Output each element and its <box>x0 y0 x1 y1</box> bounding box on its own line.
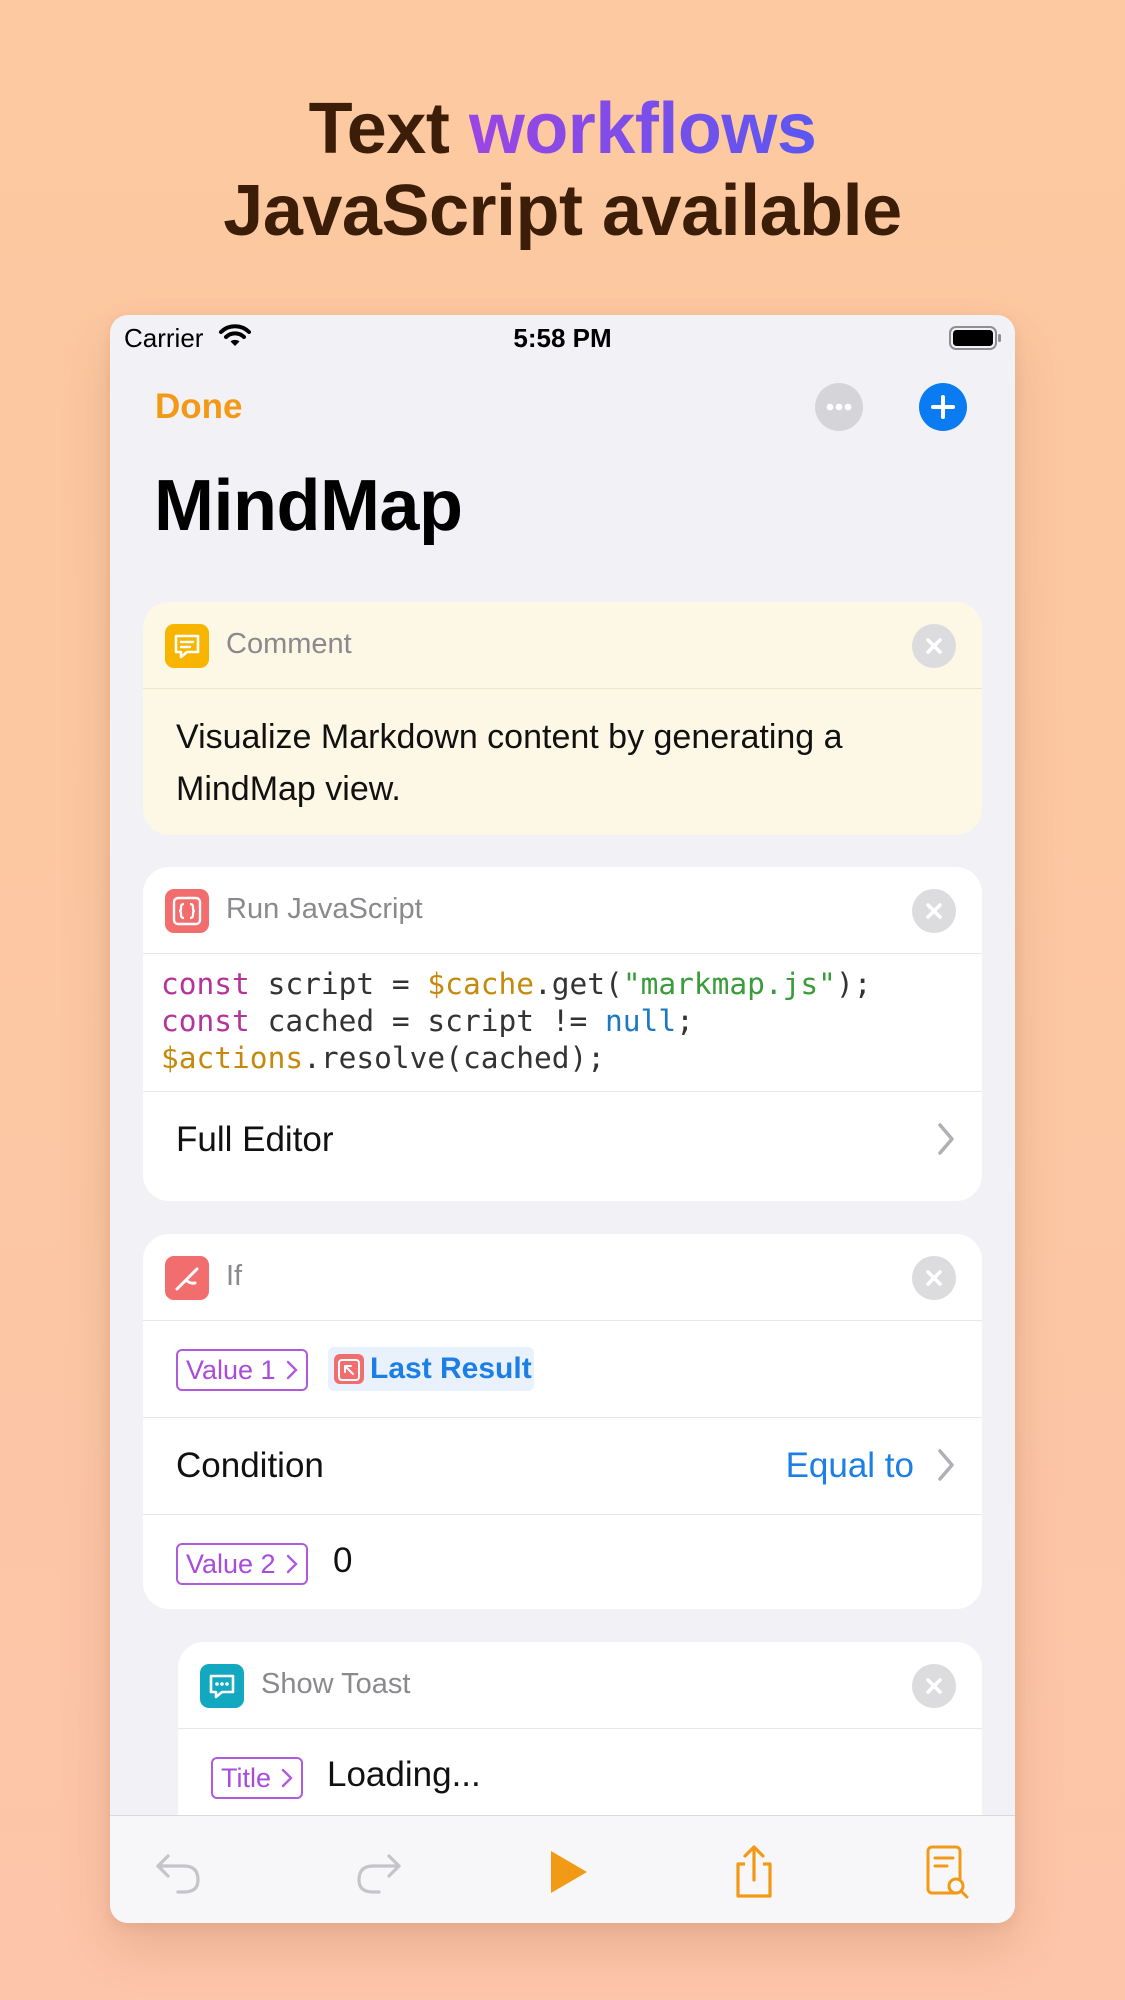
share-button[interactable] <box>724 1842 784 1902</box>
redo-icon <box>357 1854 401 1894</box>
chevron-right-icon <box>938 1123 954 1155</box>
document-search-icon <box>926 1845 969 1899</box>
value-2-row: Value 2 0 <box>143 1515 982 1609</box>
full-editor-label: Full Editor <box>176 1120 334 1159</box>
code-variable: $actions <box>161 1041 304 1075</box>
bottom-toolbar <box>110 1815 1015 1923</box>
chevron-right-icon <box>281 1768 293 1788</box>
log-button[interactable] <box>916 1842 976 1902</box>
page-title: MindMap <box>154 466 463 546</box>
run-javascript-action-card[interactable]: Run JavaScript const script = $cache.get… <box>143 867 982 1201</box>
code-text: ; <box>676 1004 694 1038</box>
comment-text[interactable]: Visualize Markdown content by generating… <box>143 689 982 815</box>
branch-icon <box>165 1256 209 1300</box>
redo-button[interactable] <box>347 1842 407 1902</box>
value-1-row: Value 1 Last Result <box>143 1321 982 1418</box>
close-icon <box>926 638 942 654</box>
code-line-1: const script = $cache.get("markmap.js"); <box>161 967 871 1001</box>
more-button[interactable] <box>815 383 863 431</box>
code-variable: $cache <box>427 967 534 1001</box>
phone-screen: Carrier 5:58 PM Done MindMap Comment Vis… <box>110 315 1015 1923</box>
toast-title-row: Title Loading... <box>178 1729 982 1825</box>
result-token-icon <box>334 1354 364 1384</box>
code-line-2: const cached = script != null; <box>161 1004 694 1038</box>
remove-action-button[interactable] <box>912 889 956 933</box>
headline: Text workflows JavaScript available <box>0 88 1125 252</box>
done-button[interactable]: Done <box>155 387 243 427</box>
code-keyword: const <box>161 1004 250 1038</box>
code-null: null <box>605 1004 677 1038</box>
card-header: Show Toast <box>178 1642 982 1729</box>
condition-row[interactable]: Condition Equal to <box>143 1418 982 1515</box>
headline-accent: workflows <box>468 89 817 169</box>
remove-action-button[interactable] <box>912 1256 956 1300</box>
play-icon <box>551 1851 587 1893</box>
code-line-3: $actions.resolve(cached); <box>161 1041 605 1075</box>
message-icon <box>200 1664 244 1708</box>
pill-label: Value 2 <box>186 1549 276 1579</box>
code-keyword: const <box>161 967 250 1001</box>
code-text: ); <box>835 967 872 1001</box>
pill-label: Title <box>221 1763 272 1793</box>
pill-label: Value 1 <box>186 1355 276 1385</box>
code-text: .resolve(cached); <box>303 1041 606 1075</box>
chevron-right-icon <box>938 1449 954 1481</box>
undo-button[interactable] <box>150 1842 210 1902</box>
undo-icon <box>156 1854 200 1894</box>
value-2-pill[interactable]: Value 2 <box>176 1543 308 1585</box>
condition-label: Condition <box>176 1446 324 1485</box>
chevron-right-icon <box>286 1554 298 1574</box>
card-title: Show Toast <box>261 1668 411 1700</box>
status-bar: Carrier 5:58 PM <box>110 315 1015 365</box>
add-action-button[interactable] <box>919 383 967 431</box>
card-header: Comment <box>143 602 982 689</box>
remove-action-button[interactable] <box>912 1664 956 1708</box>
if-action-card[interactable]: If Value 1 Last Result Condition Equal t… <box>143 1234 982 1609</box>
condition-value: Equal to <box>785 1446 914 1485</box>
braces-icon <box>165 889 209 933</box>
share-icon <box>736 1845 772 1898</box>
ellipsis-icon <box>826 403 852 411</box>
battery-icon <box>949 325 1003 358</box>
last-result-token[interactable]: Last Result <box>328 1347 534 1391</box>
chevron-right-icon <box>286 1360 298 1380</box>
clock: 5:58 PM <box>513 323 612 353</box>
value-1-pill[interactable]: Value 1 <box>176 1349 308 1391</box>
code-string: "markmap.js" <box>622 967 836 1001</box>
run-button[interactable] <box>537 1842 597 1902</box>
close-icon <box>926 1270 942 1286</box>
card-header: If <box>143 1234 982 1321</box>
full-editor-row[interactable]: Full Editor <box>143 1092 982 1188</box>
chat-bubble-icon <box>165 624 209 668</box>
token-label: Last Result <box>370 1352 532 1385</box>
card-title: Comment <box>226 628 352 660</box>
headline-line-2: JavaScript available <box>223 171 902 251</box>
headline-line-1: Text workflows <box>0 88 1125 170</box>
card-title: Run JavaScript <box>226 893 423 925</box>
title-pill[interactable]: Title <box>211 1757 304 1799</box>
code-editor[interactable]: const script = $cache.get("markmap.js");… <box>143 954 982 1092</box>
value-2-input[interactable]: 0 <box>333 1541 352 1581</box>
card-header: Run JavaScript <box>143 867 982 954</box>
close-icon <box>926 1678 942 1694</box>
comment-action-card[interactable]: Comment Visualize Markdown content by ge… <box>143 602 982 835</box>
code-text: .get( <box>534 967 623 1001</box>
remove-action-button[interactable] <box>912 624 956 668</box>
code-text: cached = script != <box>249 1004 606 1038</box>
toast-title-input[interactable]: Loading... <box>327 1755 481 1795</box>
plus-icon <box>931 395 955 419</box>
close-icon <box>926 903 942 919</box>
code-text: script = <box>249 967 428 1001</box>
card-title: If <box>226 1260 243 1292</box>
headline-prefix: Text <box>308 89 469 169</box>
